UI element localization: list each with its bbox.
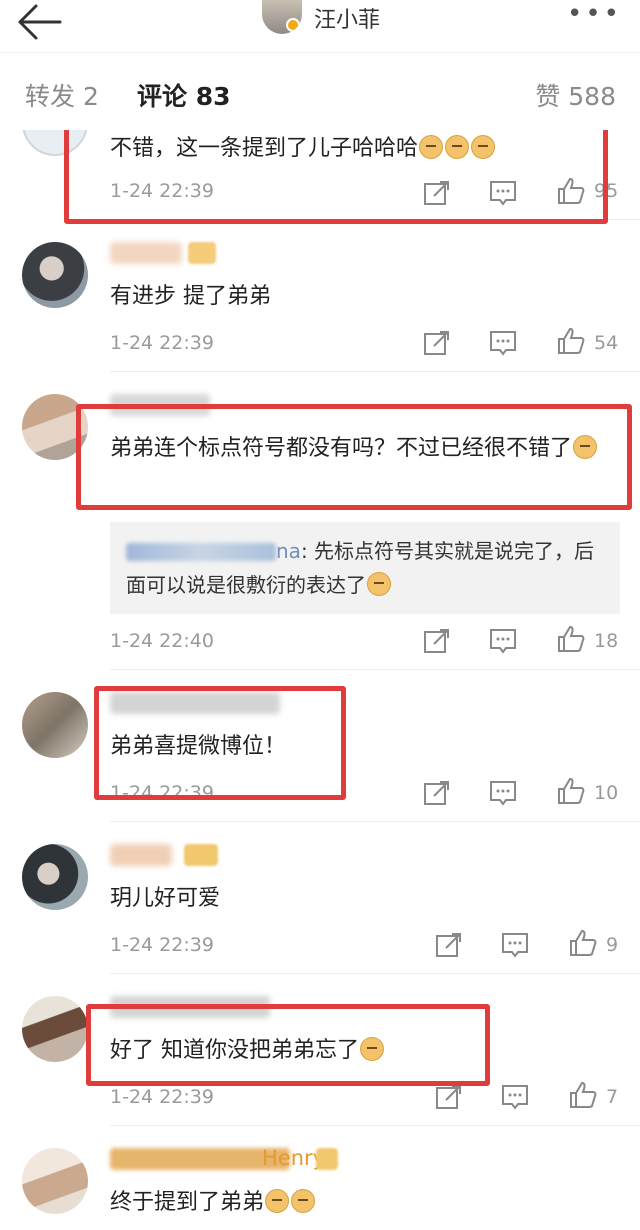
avatar[interactable] [22,692,88,758]
doge-emoji-icon [419,135,444,159]
like-count: 7 [606,1086,619,1108]
tab-repost[interactable]: 转发 2 [25,77,99,113]
comment-text: 好了 知道你没把弟弟忘了 [110,1032,620,1070]
comment-text: 玥儿好可爱 [110,886,221,911]
share-icon[interactable] [422,626,452,656]
avatar[interactable] [22,844,88,910]
doge-emoji-icon [573,435,598,459]
avatar[interactable] [22,130,88,156]
comment-list: 不错，这一条提到了儿子哈哈哈 1-24 22:39 95 有进步 提了弟弟 1-… [0,130,640,1230]
share-icon[interactable] [434,930,464,960]
comment-icon[interactable] [500,1082,530,1112]
comment-text: 弟弟连个标点符号都没有吗？不过已经很不错了 [110,430,620,468]
like-count: 10 [594,782,619,804]
comment-icon[interactable] [500,930,530,960]
thumbs-up-icon[interactable] [556,326,586,356]
comment-icon[interactable] [488,626,518,656]
share-icon[interactable] [422,178,452,208]
thumbs-up-icon[interactable] [556,176,586,206]
thumbs-up-icon[interactable] [556,624,586,654]
comment-time: 1-24 22:39 [110,180,214,202]
avatar[interactable] [22,242,88,308]
comment-item: 玥儿好可爱 1-24 22:39 9 [0,822,640,974]
doge-emoji-icon [265,1189,290,1213]
verified-badge-icon [286,18,300,32]
comment-item: 有进步 提了弟弟 1-24 22:39 54 [0,220,640,372]
grin-emoji-icon [367,572,391,596]
like-count: 54 [594,332,619,354]
comment-time: 1-24 22:40 [110,630,214,652]
comment-text: 有进步 提了弟弟 [110,284,271,309]
comment-item: 弟弟喜提微博位！ 1-24 22:39 10 [0,670,640,822]
like-count: 9 [606,934,619,956]
author-name[interactable]: 汪小菲 [314,2,380,34]
share-icon[interactable] [422,778,452,808]
tab-bar: 转发 2 评论 83 赞 588 [0,52,640,130]
reply-username [126,543,276,561]
avatar[interactable] [22,1148,88,1214]
thumbs-up-icon[interactable] [556,776,586,806]
like-count: 18 [594,630,619,652]
tab-comments[interactable]: 评论 83 [137,77,231,113]
share-icon[interactable] [434,1082,464,1112]
comment-time: 1-24 22:39 [110,332,214,354]
comment-text: 弟弟喜提微博位！ [110,734,287,759]
avatar[interactable] [22,394,88,460]
comment-text: 终于提到了弟弟 [110,1184,620,1222]
doge-emoji-icon [360,1037,384,1061]
tab-likes[interactable]: 赞 588 [535,77,616,113]
arrow-left-icon[interactable] [14,2,64,42]
more-dots-icon[interactable]: ••• [567,1,622,27]
comment-text: 不错，这一条提到了儿子哈哈哈 [110,130,620,168]
thumbs-up-icon[interactable] [568,928,598,958]
comment-item: 好了 知道你没把弟弟忘了 1-24 22:39 7 [0,974,640,1126]
reply-username-suffix: na [276,539,301,563]
comment-item: Henry 终于提到了弟弟 [0,1126,640,1230]
thumbs-up-icon[interactable] [568,1080,598,1110]
comment-time: 1-24 22:39 [110,1086,214,1108]
comment-icon[interactable] [488,328,518,358]
share-icon[interactable] [422,328,452,358]
author-avatar[interactable] [262,0,302,34]
like-count: 95 [594,180,619,202]
comment-item: 不错，这一条提到了儿子哈哈哈 1-24 22:39 95 [0,130,640,220]
username: Henry [110,1146,340,1174]
comment-time: 1-24 22:39 [110,934,214,956]
comment-icon[interactable] [488,778,518,808]
comment-time: 1-24 22:39 [110,782,214,804]
avatar[interactable] [22,996,88,1062]
top-bar: 汪小菲 ••• [0,0,640,52]
comment-item: 弟弟连个标点符号都没有吗？不过已经很不错了 na: 先标点符号其实就是说完了，后… [0,372,640,670]
comment-icon[interactable] [488,178,518,208]
thinking-emoji-icon [291,1189,316,1213]
doge-emoji-icon [445,135,470,159]
reply-preview[interactable]: na: 先标点符号其实就是说完了，后面可以说是很敷衍的表达了 [110,522,620,614]
doge-emoji-icon [471,135,496,159]
